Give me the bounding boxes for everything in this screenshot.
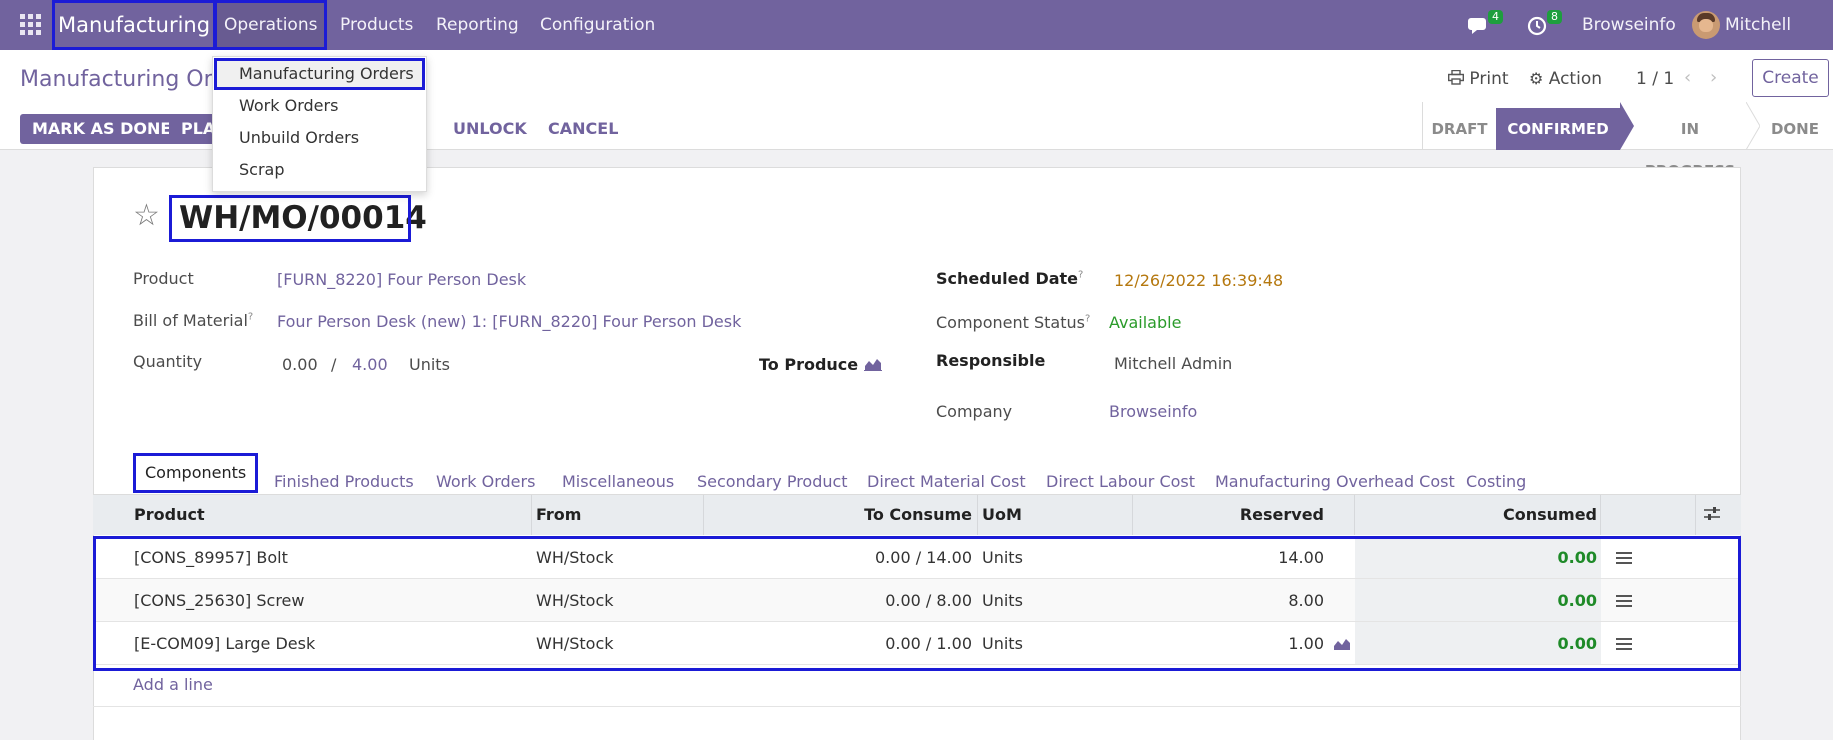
responsible-field[interactable]: Mitchell Admin [1114, 354, 1232, 373]
help-icon[interactable]: ? [1078, 270, 1083, 281]
help-icon[interactable]: ? [248, 312, 253, 323]
app-name[interactable]: Manufacturing [52, 0, 217, 50]
chat-icon [1468, 18, 1486, 34]
action-button[interactable]: ⚙ Action [1529, 69, 1602, 89]
qty-total-field[interactable]: 4.00 [352, 355, 388, 374]
col-from[interactable]: From [536, 495, 581, 535]
apps-grid-icon[interactable] [20, 14, 42, 36]
company-label: Company [936, 402, 1013, 421]
company-field[interactable]: Browseinfo [1109, 402, 1197, 421]
status-confirmed[interactable]: CONFIRMED [1496, 108, 1620, 150]
col-separator [531, 495, 532, 535]
status-draft[interactable]: DRAFT [1423, 108, 1496, 150]
qty-uom: Units [409, 355, 450, 374]
print-icon [1447, 69, 1465, 85]
company-switcher[interactable]: Browseinfo [1582, 0, 1676, 50]
to-produce-label: To Produce [759, 355, 859, 374]
menu-item-work-orders[interactable]: Work Orders [213, 90, 426, 122]
bom-field[interactable]: Four Person Desk (new) 1: [FURN_8220] Fo… [277, 312, 741, 331]
mark-as-done-button[interactable]: MARK AS DONE [20, 114, 184, 144]
menu-item-manufacturing-orders[interactable]: Manufacturing Orders [214, 58, 425, 90]
status-arrow-icon [1620, 102, 1634, 150]
chat-count-badge: 4 [1488, 10, 1503, 24]
col-reserved[interactable]: Reserved [1133, 495, 1324, 535]
chevron-left-icon[interactable]: ‹ [1684, 67, 1691, 88]
star-icon[interactable]: ☆ [133, 199, 160, 233]
col-product[interactable]: Product [134, 495, 205, 535]
menu-reporting[interactable]: Reporting [436, 0, 519, 50]
menu-products[interactable]: Products [340, 0, 413, 50]
col-separator [977, 495, 978, 535]
rows-highlight [93, 536, 1741, 671]
action-label: Action [1548, 69, 1602, 89]
print-label: Print [1469, 69, 1509, 89]
cancel-button[interactable]: CANCEL [548, 114, 618, 144]
operations-dropdown: Manufacturing Orders Work Orders Unbuild… [212, 56, 427, 192]
menu-operations[interactable]: Operations [214, 0, 328, 50]
pager-value[interactable]: 1 / 1 [1636, 69, 1674, 89]
qty-produced-field[interactable]: 0.00 [282, 355, 318, 374]
status-done[interactable]: DONE [1760, 108, 1830, 150]
column-settings-icon[interactable] [1703, 506, 1721, 522]
bom-label: Bill of Material [133, 311, 248, 330]
help-icon[interactable]: ? [1085, 314, 1090, 325]
col-separator [1695, 495, 1696, 535]
forecast-chart-icon[interactable] [864, 357, 882, 371]
chat-button[interactable]: 4 [1468, 10, 1503, 38]
col-uom[interactable]: UoM [982, 495, 1022, 535]
scheduled-label: Scheduled Date [936, 269, 1079, 288]
activity-button[interactable]: 8 [1527, 10, 1562, 38]
add-line-link[interactable]: Add a line [133, 675, 213, 694]
create-button[interactable]: Create [1752, 59, 1829, 97]
print-button[interactable]: Print [1447, 69, 1509, 89]
col-separator [1600, 495, 1601, 535]
quantity-label: Quantity [133, 352, 203, 371]
col-to-consume[interactable]: To Consume [704, 495, 972, 535]
col-consumed[interactable]: Consumed [1355, 495, 1597, 535]
product-field[interactable]: [FURN_8220] Four Person Desk [277, 270, 526, 289]
table-footer-divider [93, 706, 1741, 707]
user-menu[interactable]: Mitchell Admin [1725, 0, 1833, 85]
menu-configuration[interactable]: Configuration [540, 0, 655, 50]
avatar[interactable] [1692, 11, 1720, 39]
chevron-right-icon[interactable]: › [1710, 67, 1717, 88]
gear-icon: ⚙ [1529, 69, 1544, 88]
scheduled-label-wrap: Scheduled Date? [936, 269, 1083, 288]
clock-icon [1527, 16, 1547, 36]
scheduled-date-field[interactable]: 12/26/2022 16:39:48 [1114, 271, 1283, 290]
component-status-value: Available [1109, 313, 1182, 332]
menu-item-unbuild-orders[interactable]: Unbuild Orders [213, 122, 426, 154]
status-separator-icon [1746, 102, 1760, 150]
component-status-label-wrap: Component Status? [936, 313, 1090, 332]
tab-components[interactable]: Components [133, 453, 259, 493]
responsible-label: Responsible [936, 351, 1046, 370]
component-status-label: Component Status [936, 313, 1085, 332]
bom-label-wrap: Bill of Material? [133, 311, 253, 330]
top-navbar: Manufacturing Operations Products Report… [0, 0, 1833, 85]
status-in-progress[interactable]: IN PROGRESS [1634, 108, 1746, 180]
activity-count-badge: 8 [1547, 10, 1562, 24]
product-label: Product [133, 269, 194, 288]
page-title: WH/MO/00014 [169, 195, 427, 242]
menu-item-scrap[interactable]: Scrap [213, 154, 426, 186]
unlock-button[interactable]: UNLOCK [453, 114, 527, 144]
qty-separator: / [331, 355, 337, 374]
